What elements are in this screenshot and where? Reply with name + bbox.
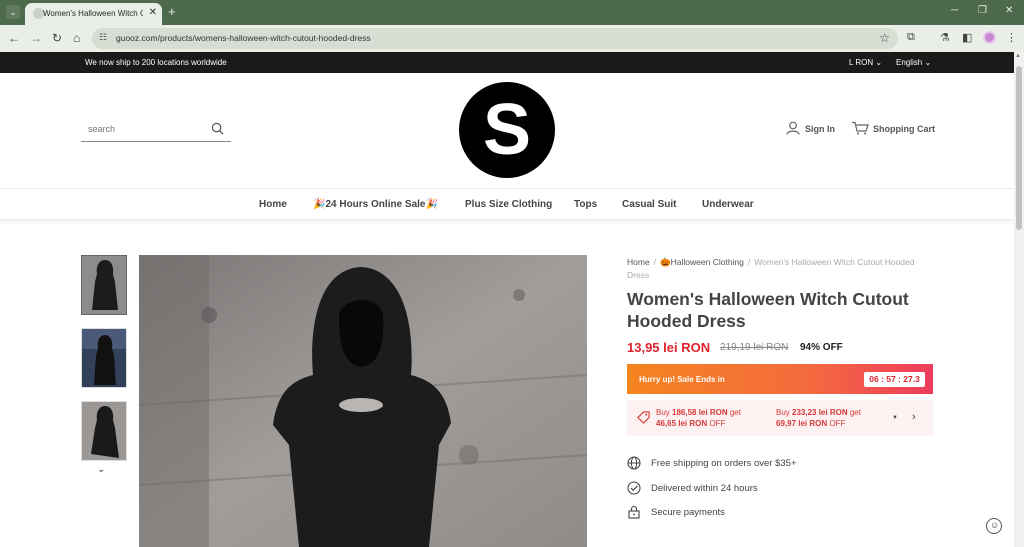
search-icon[interactable] <box>211 122 224 135</box>
promo-line-2-top: Buy 233,23 lei RON get <box>776 408 861 417</box>
nav-item-24-hours-sale[interactable]: 🎉24 Hours Online Sale🎉 <box>313 199 438 210</box>
menu-icon[interactable]: ⋮ <box>1006 31 1017 44</box>
price-tag-icon <box>637 411 650 424</box>
product-thumbnail-2[interactable] <box>81 328 127 388</box>
scrollbar-thumb[interactable] <box>1016 66 1022 230</box>
currency-selector[interactable]: L RON ⌄ <box>849 58 882 67</box>
promo-line-1-top: Buy 186,58 lei RON get <box>656 408 741 417</box>
url-text: guooz.com/products/womens-halloween-witc… <box>116 33 371 43</box>
dropdown-arrow-icon[interactable]: ▼ <box>892 415 898 421</box>
check-circle-icon <box>627 481 641 495</box>
nav-item-home[interactable]: Home <box>259 199 287 210</box>
browser-tab-bar: ⌄ Women's Halloween Witch Cu ✕ + ─ ❐ ✕ <box>0 0 1024 25</box>
discount-badge: 94% OFF <box>800 342 843 353</box>
tab-title: Women's Halloween Witch Cu <box>43 9 143 18</box>
address-toolbar: ← → ↻ ⌂ ☷ guooz.com/products/womens-hall… <box>0 25 1024 52</box>
restore-icon[interactable]: ❐ <box>978 5 987 16</box>
feature-text: Secure payments <box>651 507 725 518</box>
currency-label: L RON <box>849 58 874 67</box>
site-settings-icon[interactable]: ☷ <box>99 32 107 43</box>
original-price: 219,19 lei RON <box>720 342 789 353</box>
window-close-icon[interactable]: ✕ <box>1005 5 1013 16</box>
countdown-timer: 06 : 57 : 27.3 <box>864 372 925 387</box>
breadcrumb-separator: / <box>653 257 657 267</box>
product-thumbnail-3[interactable] <box>81 401 127 461</box>
chevron-down-icon: ⌄ <box>875 58 883 67</box>
breadcrumb: Home / 🎃Halloween Clothing / Women's Hallowe… <box>627 256 927 282</box>
labs-icon[interactable]: ⚗ <box>940 31 950 44</box>
globe-icon <box>627 456 641 470</box>
sale-countdown-label: Hurry up! Sale Ends in <box>639 375 725 384</box>
promotion-box[interactable]: Buy 186,58 lei RON get 46,65 lei RON OFF… <box>627 400 933 436</box>
profile-avatar-icon[interactable] <box>983 31 996 44</box>
minimize-icon[interactable]: ─ <box>951 5 958 16</box>
extensions-icon[interactable]: ⧉ <box>907 31 915 44</box>
chevron-right-icon[interactable]: › <box>912 411 916 423</box>
sale-countdown-bar: Hurry up! Sale Ends in 06 : 57 : 27.3 <box>627 364 933 394</box>
language-label: English <box>896 58 923 67</box>
feature-text: Delivered within 24 hours <box>651 483 758 494</box>
breadcrumb-category[interactable]: 🎃Halloween Clothing <box>660 257 744 267</box>
nav-item-casual-suit[interactable]: Casual Suit <box>622 199 676 210</box>
forward-icon[interactable]: → <box>30 31 42 45</box>
chevron-down-icon: ⌄ <box>924 58 932 67</box>
site-logo[interactable]: S <box>459 82 555 178</box>
url-bar[interactable]: ☷ guooz.com/products/womens-halloween-wi… <box>92 28 898 49</box>
new-tab-icon[interactable]: + <box>168 4 176 19</box>
sign-in-link[interactable]: Sign In <box>805 124 835 134</box>
announcement-bar: We now ship to 200 locations worldwide L… <box>0 52 1014 73</box>
chevron-down-icon[interactable]: ⌄ <box>97 464 105 475</box>
nav-shadow <box>0 219 1014 225</box>
product-thumbnail-1[interactable] <box>81 255 127 315</box>
product-main-image[interactable] <box>139 255 587 547</box>
scroll-up-icon[interactable]: ▲ <box>1015 53 1021 59</box>
back-icon[interactable]: ← <box>8 31 20 45</box>
home-icon[interactable]: ⌂ <box>73 31 80 45</box>
side-panel-icon[interactable]: ◧ <box>962 31 972 44</box>
sale-price: 13,95 lei RON <box>627 340 711 355</box>
browser-tab[interactable]: Women's Halloween Witch Cu ✕ <box>25 3 162 25</box>
breadcrumb-home[interactable]: Home <box>627 257 650 267</box>
tab-search-icon[interactable]: ⌄ <box>6 5 20 19</box>
breadcrumb-separator: / <box>747 257 751 267</box>
lock-icon <box>628 505 640 519</box>
search-box <box>81 118 231 142</box>
search-input[interactable] <box>88 124 198 134</box>
bookmark-star-icon[interactable]: ☆ <box>879 31 890 45</box>
cart-icon[interactable] <box>851 121 869 135</box>
nav-item-tops[interactable]: Tops <box>574 199 597 210</box>
divider <box>0 188 1014 189</box>
shopping-cart-link[interactable]: Shopping Cart <box>873 124 935 134</box>
product-title: Women's Halloween Witch Cutout Hooded Dr… <box>627 289 909 331</box>
tab-close-icon[interactable]: ✕ <box>149 7 157 18</box>
language-selector[interactable]: English ⌄ <box>896 58 931 67</box>
nav-item-plus-size[interactable]: Plus Size Clothing <box>465 199 552 210</box>
nav-item-underwear[interactable]: Underwear <box>702 199 754 210</box>
promo-line-1-bottom: 46,65 lei RON OFF <box>656 419 726 428</box>
announcement-text: We now ship to 200 locations worldwide <box>85 58 227 67</box>
user-icon[interactable] <box>785 121 801 135</box>
reload-icon[interactable]: ↻ <box>52 31 62 45</box>
logo-letter: S <box>482 90 532 170</box>
promo-line-2-bottom: 69,97 lei RON OFF <box>776 419 846 428</box>
support-chat-icon[interactable]: ☺ <box>986 518 1002 534</box>
feature-text: Free shipping on orders over $35+ <box>651 458 797 469</box>
